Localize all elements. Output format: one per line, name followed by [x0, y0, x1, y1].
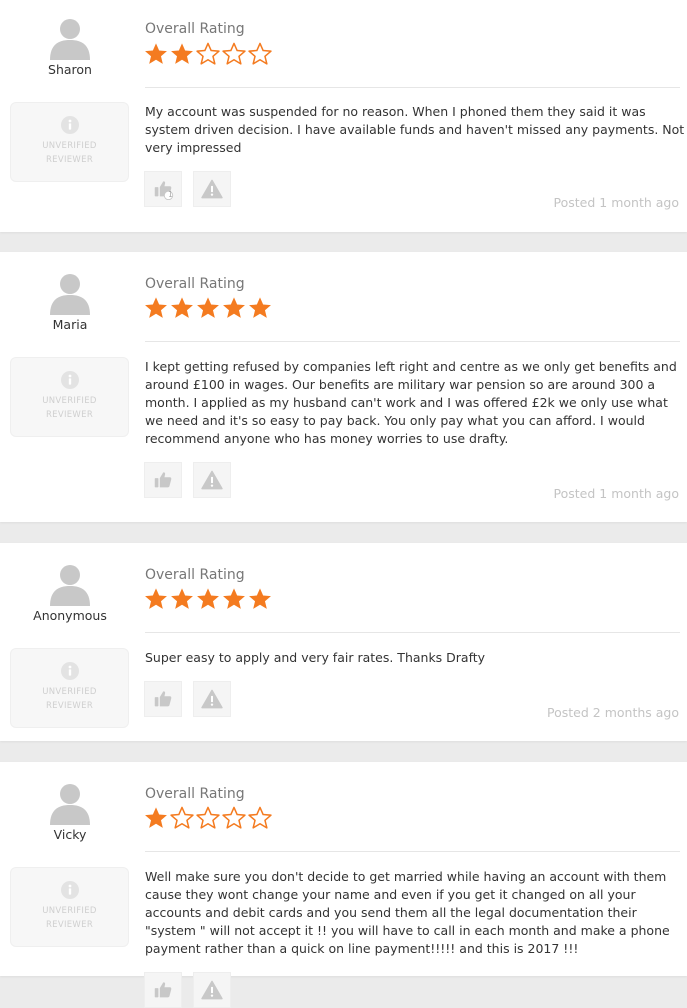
thumbs-up-icon	[154, 982, 172, 998]
reviewer-name: Maria	[52, 317, 88, 332]
warning-triangle-icon	[201, 689, 223, 709]
report-button[interactable]	[193, 171, 231, 207]
review-text: Super easy to apply and very fair rates.…	[145, 650, 486, 665]
helpful-count: 1	[168, 190, 173, 199]
info-circle-icon	[60, 371, 79, 389]
review-card: Anonymous UNVERIFIED REVIEWER Overall Ra…	[0, 543, 687, 741]
helpful-button[interactable]	[144, 462, 182, 498]
star-rating	[143, 295, 273, 321]
person-silhouette-icon	[48, 781, 92, 825]
unverified-reviewer-label: UNVERIFIED REVIEWER	[42, 687, 97, 711]
warning-triangle-icon	[201, 980, 223, 1000]
star-rating	[143, 805, 273, 831]
star-empty-icon	[170, 806, 194, 829]
reviewer-block: Anonymous	[0, 562, 140, 623]
overall-rating-label: Overall Rating	[145, 567, 245, 583]
divider	[145, 851, 680, 852]
star-rating	[143, 41, 273, 67]
info-circle-icon	[60, 881, 79, 899]
star-empty-icon	[196, 42, 220, 65]
unverified-reviewer-badge: UNVERIFIED REVIEWER	[10, 648, 129, 728]
unverified-reviewer-label: UNVERIFIED REVIEWER	[42, 396, 97, 420]
star-filled-icon	[171, 43, 193, 64]
star-filled-icon	[171, 297, 193, 318]
overall-rating-label: Overall Rating	[145, 276, 245, 292]
star-filled-icon	[223, 588, 245, 609]
warning-triangle-icon	[201, 179, 223, 199]
review-text: I kept getting refused by companies left…	[145, 359, 677, 446]
divider	[145, 632, 680, 633]
overall-rating-label: Overall Rating	[145, 21, 245, 37]
star-filled-icon	[145, 43, 167, 64]
review-text: Well make sure you don't decide to get m…	[145, 869, 670, 956]
unverified-reviewer-badge: UNVERIFIED REVIEWER	[10, 357, 129, 437]
star-rating	[143, 586, 273, 612]
star-filled-icon	[249, 588, 271, 609]
star-filled-icon	[197, 588, 219, 609]
thumbs-up-icon	[154, 472, 172, 488]
reviewer-name: Vicky	[53, 827, 87, 842]
helpful-button[interactable]	[144, 972, 182, 1008]
divider	[145, 87, 680, 88]
star-filled-icon	[197, 297, 219, 318]
person-silhouette-icon	[48, 271, 92, 315]
posted-timestamp: Posted 1 month ago	[553, 486, 679, 501]
star-empty-icon	[248, 806, 272, 829]
star-empty-icon	[222, 806, 246, 829]
posted-timestamp: Posted 1 month ago	[553, 195, 679, 210]
info-circle-icon	[60, 662, 79, 680]
star-filled-icon	[223, 297, 245, 318]
review-text: My account was suspended for no reason. …	[145, 104, 685, 155]
star-filled-icon	[249, 297, 271, 318]
reviewer-block: Sharon	[0, 16, 140, 77]
unverified-reviewer-badge: UNVERIFIED REVIEWER	[10, 102, 129, 182]
star-empty-icon	[248, 42, 272, 65]
report-button[interactable]	[193, 462, 231, 498]
reviewer-block: Vicky	[0, 781, 140, 842]
helpful-button[interactable]: 1	[144, 171, 182, 207]
unverified-reviewer-label: UNVERIFIED REVIEWER	[42, 906, 97, 930]
helpful-button[interactable]	[144, 681, 182, 717]
report-button[interactable]	[193, 972, 231, 1008]
report-button[interactable]	[193, 681, 231, 717]
star-filled-icon	[145, 297, 167, 318]
info-circle-icon	[60, 116, 79, 134]
reviewer-block: Maria	[0, 271, 140, 332]
divider	[145, 341, 680, 342]
review-card: Sharon UNVERIFIED REVIEWER Overall Ratin…	[0, 0, 687, 232]
unverified-reviewer-label: UNVERIFIED REVIEWER	[42, 141, 97, 165]
thumbs-up-icon	[154, 691, 172, 707]
star-filled-icon	[145, 588, 167, 609]
review-card: Vicky UNVERIFIED REVIEWER Overall Rating…	[0, 762, 687, 1008]
reviewer-name: Anonymous	[33, 608, 107, 623]
review-card: Maria UNVERIFIED REVIEWER Overall Rating…	[0, 252, 687, 522]
warning-triangle-icon	[201, 470, 223, 490]
star-empty-icon	[196, 806, 220, 829]
reviewer-name: Sharon	[48, 62, 92, 77]
person-silhouette-icon	[48, 562, 92, 606]
star-empty-icon	[222, 42, 246, 65]
unverified-reviewer-badge: UNVERIFIED REVIEWER	[10, 867, 129, 947]
star-filled-icon	[171, 588, 193, 609]
star-filled-icon	[145, 807, 167, 828]
person-silhouette-icon	[48, 16, 92, 60]
overall-rating-label: Overall Rating	[145, 786, 245, 802]
posted-timestamp: Posted 2 months ago	[547, 705, 679, 720]
